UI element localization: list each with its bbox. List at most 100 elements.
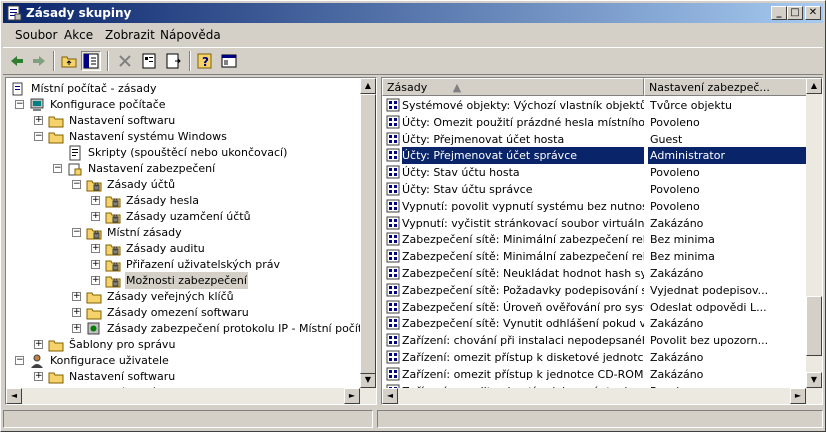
table-row[interactable]: Účty: Omezit použití prázdné hesla místn… xyxy=(382,114,806,131)
tree-item[interactable]: + Přiřazení uživatelských práv xyxy=(6,256,360,273)
table-row[interactable]: Zabezpečení sítě: Minimální zabezpečení … xyxy=(382,231,806,248)
policy-name-cell: Vypnutí: povolit vypnutí systému bez nut… xyxy=(402,199,644,213)
table-row[interactable]: Zařízení: omezit přístup k jednotce CD-R… xyxy=(382,366,806,383)
scroll-thumb[interactable] xyxy=(806,296,822,356)
scroll-right-button[interactable]: ► xyxy=(344,388,360,404)
console-icon[interactable] xyxy=(219,51,239,71)
table-row[interactable]: Zabezpečení sítě: Minimální zabezpečení … xyxy=(382,248,806,265)
table-row[interactable]: Zařízení: chování při instalaci nepodeps… xyxy=(382,332,806,349)
tree-item[interactable]: − Konfigurace počítače xyxy=(6,96,360,113)
minimize-button[interactable]: _ xyxy=(771,6,787,20)
expand-icon[interactable]: + xyxy=(72,308,81,317)
tree-item[interactable]: − Zásady účtů xyxy=(6,176,360,193)
tree-item[interactable]: + Zásady zabezpečení protokolu IP - Místn… xyxy=(6,320,375,337)
up-folder-icon[interactable] xyxy=(59,51,79,71)
tree-horizontal-scrollbar[interactable]: ◄ ► xyxy=(6,388,376,404)
tree-item-label: Nastavení softwaru xyxy=(69,370,176,383)
expand-icon[interactable]: + xyxy=(35,404,43,405)
expand-icon[interactable]: + xyxy=(91,196,100,205)
expand-icon[interactable]: + xyxy=(34,340,43,349)
list-vertical-scrollbar[interactable]: ▲ ▼ xyxy=(806,78,822,404)
collapse-icon[interactable]: − xyxy=(15,100,24,109)
back-arrow-icon[interactable] xyxy=(7,51,27,71)
tree-item-label: Skripty (spouštěcí nebo ukončovací) xyxy=(88,146,288,159)
menu-akce[interactable]: Akce xyxy=(64,28,93,42)
user-icon xyxy=(31,354,43,368)
table-row[interactable]: Systémové objekty: Výchozí vlastník obje… xyxy=(382,97,806,114)
scroll-up-button[interactable]: ▲ xyxy=(360,78,376,94)
tree-item[interactable]: + Možnosti zabezpečení xyxy=(6,272,360,289)
menu-soubor[interactable]: Soubor xyxy=(15,28,57,42)
table-row[interactable]: Zabezpečení sítě: Úroveň ověřování pro s… xyxy=(382,299,806,316)
scroll-thumb[interactable] xyxy=(360,94,376,374)
expand-icon[interactable]: + xyxy=(91,212,100,221)
setting-value-cell: Bez minima xyxy=(650,233,715,247)
collapse-icon[interactable]: − xyxy=(72,180,81,189)
collapse-icon[interactable]: − xyxy=(53,164,62,173)
expand-icon[interactable]: + xyxy=(91,276,100,285)
tree-item[interactable]: − Nastavení zabezpečení xyxy=(6,160,360,177)
list-horizontal-scrollbar[interactable]: ◄ ► xyxy=(382,388,822,404)
table-row[interactable]: Zařízení: omezit přístup k disketové jed… xyxy=(382,349,806,366)
scroll-right-button[interactable]: ► xyxy=(790,388,806,404)
expand-icon[interactable]: + xyxy=(91,244,100,253)
collapse-icon[interactable]: − xyxy=(15,356,24,365)
expand-icon[interactable]: + xyxy=(91,260,100,269)
tree-item[interactable]: Skripty (spouštěcí nebo ukončovací) xyxy=(6,144,360,161)
properties-icon[interactable] xyxy=(139,51,159,71)
tree-item[interactable]: + Zásady auditu xyxy=(6,240,360,257)
export-list-icon[interactable] xyxy=(163,51,183,71)
expand-icon[interactable]: + xyxy=(34,116,43,125)
tree-item[interactable]: + Zásady hesla xyxy=(6,192,360,209)
table-row[interactable]: Zabezpečení sítě: Neukládat hodnot hash … xyxy=(382,265,806,282)
delete-icon[interactable] xyxy=(115,51,135,71)
collapse-icon[interactable]: − xyxy=(72,228,81,237)
column-header-policy[interactable]: Zásady ▲ xyxy=(382,78,644,96)
show-tree-button[interactable] xyxy=(81,51,101,71)
setting-value-cell: Bez minima xyxy=(650,250,715,264)
close-button[interactable]: ✕ xyxy=(805,6,821,20)
setting-value-cell: Povoleno xyxy=(650,166,700,180)
tree-item[interactable]: + Zásady uzamčení účtů xyxy=(6,208,360,225)
setting-value-cell: Zakázáno xyxy=(650,351,704,364)
tree-item[interactable]: − Místní zásady xyxy=(6,224,360,241)
table-row[interactable]: Vypnutí: povolit vypnutí systému bez nut… xyxy=(382,198,806,215)
table-row[interactable]: Vypnutí: vyčistit stránkovací soubor vir… xyxy=(382,215,806,232)
tree-vertical-scrollbar[interactable]: ▲ ▼ xyxy=(360,78,376,404)
forward-arrow-icon[interactable] xyxy=(29,51,49,71)
tree-item-label: Místní počítač - zásady xyxy=(31,82,157,95)
scroll-down-button[interactable]: ▼ xyxy=(806,372,822,388)
expand-icon[interactable]: + xyxy=(34,372,43,381)
scroll-down-button[interactable]: ▼ xyxy=(360,372,376,388)
tree-pane[interactable]: Místní počítač - zásady − Konfigurace počí… xyxy=(5,77,377,405)
collapse-icon[interactable]: − xyxy=(34,132,43,141)
tree-item[interactable]: + Zásady omezení softwaru xyxy=(6,304,360,321)
tree-item[interactable]: + Zásady veřejných klíčů xyxy=(6,288,360,305)
tree-item[interactable]: + Nastavení softwaru xyxy=(6,368,360,385)
tree-item[interactable]: + Šablony pro správu xyxy=(6,336,360,353)
menu-zobrazit[interactable]: Zobrazit xyxy=(105,28,155,42)
setting-value-cell: Povoleno xyxy=(650,183,700,196)
tree-item[interactable]: + Nastavení softwaru xyxy=(6,112,360,129)
help-icon[interactable]: ? xyxy=(195,51,215,71)
table-row[interactable]: Zabezpečení sítě: Vynutit odhlášení poku… xyxy=(382,315,806,332)
expand-icon[interactable]: + xyxy=(72,292,81,301)
policy-setting-icon xyxy=(386,266,400,280)
table-row[interactable]: Účty: Přejmenovat účet správce Administra… xyxy=(382,147,808,165)
tree-item[interactable]: − Nastavení systému Windows xyxy=(6,128,360,145)
maximize-button[interactable]: □ xyxy=(787,6,803,20)
column-header-setting[interactable]: Nastavení zabezpeč... xyxy=(644,78,808,96)
tree-item[interactable]: − Konfigurace uživatele xyxy=(6,352,360,369)
scroll-up-button[interactable]: ▲ xyxy=(806,78,822,94)
scroll-left-button[interactable]: ◄ xyxy=(382,388,398,404)
tree-item[interactable]: Místní počítač - zásady xyxy=(6,80,360,97)
expand-icon[interactable]: + xyxy=(72,324,81,333)
table-row[interactable]: Zabezpečení sítě: Požadavky podepisování… xyxy=(382,282,806,299)
scroll-left-button[interactable]: ◄ xyxy=(6,388,22,404)
table-row[interactable]: Účty: Stav účtu správce Povoleno xyxy=(382,181,806,198)
table-row[interactable]: Účty: Stav účtu hosta Povoleno xyxy=(382,164,806,181)
tree-item-label: Zásady veřejných klíčů xyxy=(107,290,234,303)
table-row[interactable]: Účty: Přejmenovat účet hosta Guest xyxy=(382,131,806,148)
menu-napoveda[interactable]: Nápověda xyxy=(160,28,221,42)
details-pane[interactable]: Zásady ▲ Nastavení zabezpeč... Systémové… xyxy=(381,77,823,405)
